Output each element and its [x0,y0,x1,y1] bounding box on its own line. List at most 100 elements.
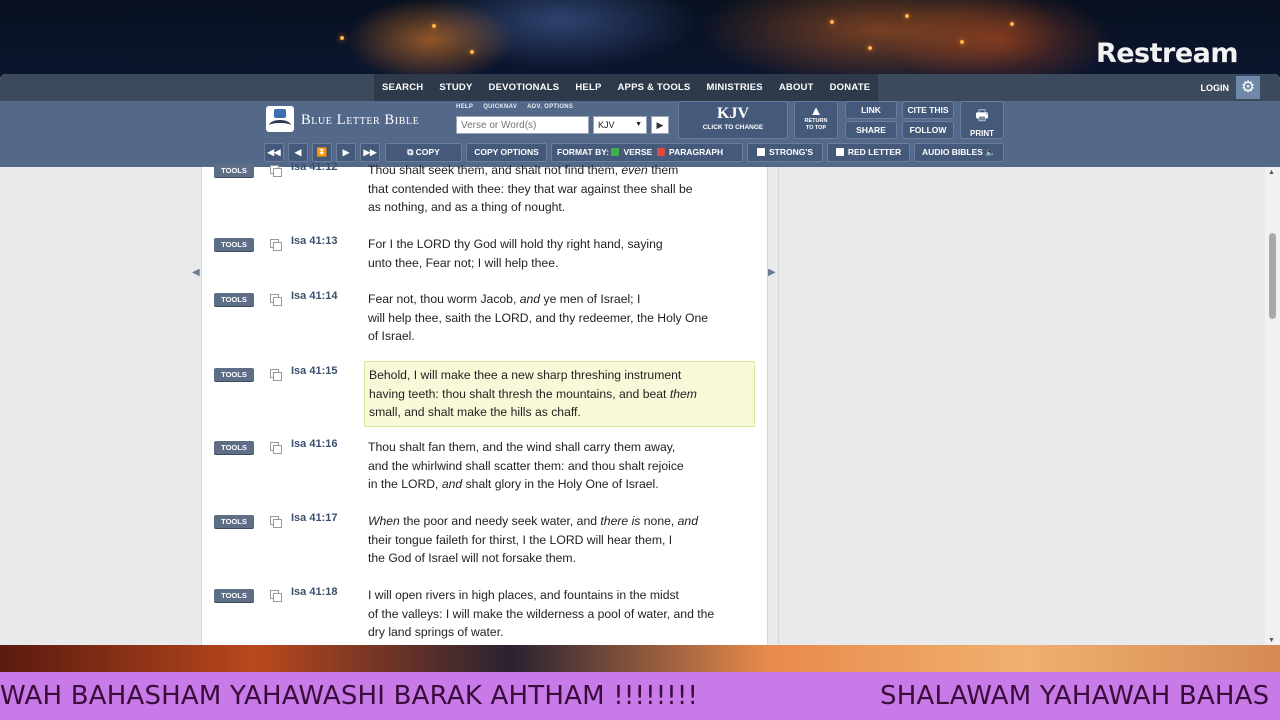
verse-checkbox[interactable] [611,148,620,156]
scroll-down-icon[interactable]: ▼ [1268,637,1275,644]
tools-button[interactable]: TOOLS [214,515,254,528]
tools-button[interactable]: TOOLS [214,293,254,306]
gear-icon[interactable]: ⚙ [1236,76,1260,99]
copy-label: COPY [415,147,440,157]
search-go-button[interactable]: ▶ [651,116,669,134]
site-logo[interactable]: Blue Letter Bible [266,106,419,132]
chevron-down-icon: ▼ [635,121,642,128]
tools-button[interactable]: TOOLS [214,238,254,251]
verse-reference[interactable]: Isa 41:17 [291,512,337,524]
panel-divider [778,167,779,646]
strongs-toggle[interactable]: STRONG'S [747,143,823,162]
speaker-icon: 🔈 [985,147,996,157]
follow-button[interactable]: FOLLOW [902,121,954,139]
ticker-text-right: SHALAWAM YAHAWAH BAHAS [880,681,1270,711]
copy-verse-icon[interactable] [270,516,282,528]
stream-bottom-strip [0,645,1280,672]
first-chapter-button[interactable]: ◀◀ [264,143,284,162]
stream-ticker: WAH BAHASHAM YAHAWASHI BARAK AHTHAM !!!!… [0,672,1280,720]
verse-text: I will open rivers in high places, and f… [368,588,715,640]
nav-donate[interactable]: DONATE [822,74,879,101]
return-to-top-button[interactable]: ▲ RETURN TO TOP [794,101,838,139]
verse-reference[interactable]: Isa 41:12 [291,161,337,173]
verse-text: Thou shalt seek them, and shalt not find… [368,163,693,215]
tools-button[interactable]: TOOLS [214,441,254,454]
verse-reference[interactable]: Isa 41:13 [291,235,337,247]
copy-verse-icon[interactable] [270,239,282,251]
left-gutter [0,167,201,646]
nav-apps-tools[interactable]: APPS & TOOLS [610,74,699,101]
scroll-thumb[interactable] [1269,233,1276,319]
quicknav-link[interactable]: QUICKNAV [483,104,517,110]
browser-window: SEARCH STUDY DEVOTIONALS HELP APPS & TOO… [0,74,1280,646]
bible-logo-icon [266,106,294,132]
strongs-label: STRONG'S [768,147,814,157]
return-label-2: TO TOP [805,125,827,131]
tools-button[interactable]: TOOLS [214,164,254,177]
audio-bibles-label: AUDIO BIBLES [922,147,983,157]
copy-verse-icon[interactable] [270,294,282,306]
mini-links: HELP QUICKNAV ADV. OPTIONS [456,104,573,110]
next-chapter-button[interactable]: ▶ [336,143,356,162]
stream-background [0,0,1280,80]
version-select[interactable]: KJV ▼ [593,116,647,134]
copy-verse-icon[interactable] [270,165,282,177]
share-button[interactable]: SHARE [845,121,897,139]
link-button[interactable]: LINK [845,101,897,119]
nav-devotionals[interactable]: DEVOTIONALS [481,74,568,101]
printer-icon: 🖶 [975,107,989,123]
audio-bibles-button[interactable]: AUDIO BIBLES 🔈 [914,143,1004,162]
version-label: KJV [717,105,749,122]
help-link[interactable]: HELP [456,104,473,110]
page-scrollbar[interactable]: ▲ ▼ [1265,167,1280,646]
tools-button[interactable]: TOOLS [214,368,254,381]
logo-text: Blue Letter Bible [301,111,420,128]
verse-reference[interactable]: Isa 41:15 [291,365,337,377]
paragraph-checkbox[interactable] [657,148,666,156]
version-change-button[interactable]: KJV CLICK TO CHANGE [678,101,788,139]
version-select-value: KJV [598,120,615,130]
copy-verse-icon[interactable] [270,369,282,381]
nav-study[interactable]: STUDY [431,74,480,101]
login-link[interactable]: LOGIN [1201,83,1230,93]
prev-chapter-button[interactable]: ◀ [288,143,308,162]
restream-logo: Restream [1095,38,1239,69]
strongs-checkbox [756,148,765,156]
search-input[interactable] [456,116,589,134]
scroll-up-icon[interactable]: ▲ [1268,169,1275,176]
print-button[interactable]: 🖶 PRINT [960,101,1004,139]
collapse-left-icon[interactable]: ◀ [192,267,200,278]
print-label: PRINT [970,129,994,138]
verse-text: Thou shalt fan them, and the wind shall … [368,440,684,492]
verse-reference[interactable]: Isa 41:16 [291,438,337,450]
verse-reference[interactable]: Isa 41:14 [291,290,337,302]
format-by-label: FORMAT BY: [557,147,610,157]
nav-search[interactable]: SEARCH [374,74,431,101]
version-sub-label: CLICK TO CHANGE [702,124,764,131]
copy-verse-icon[interactable] [270,442,282,454]
tools-button[interactable]: TOOLS [214,589,254,602]
top-nav-links: SEARCH STUDY DEVOTIONALS HELP APPS & TOO… [374,74,879,101]
top-nav: SEARCH STUDY DEVOTIONALS HELP APPS & TOO… [0,74,1280,101]
verse-text-highlighted: Behold, I will make thee a new sharp thr… [364,361,755,428]
copy-icon: ⧉ [407,147,416,157]
cite-button[interactable]: CITE THIS [902,101,954,119]
copy-verse-icon[interactable] [270,590,282,602]
right-panel [769,167,1265,646]
nav-about[interactable]: ABOUT [771,74,822,101]
jump-down-button[interactable]: ⏬ [312,143,332,162]
verse-reference[interactable]: Isa 41:18 [291,586,337,598]
red-letter-label: RED LETTER [847,147,902,157]
nav-help[interactable]: HELP [567,74,609,101]
arrow-up-icon: ▲ [809,103,823,118]
red-letter-checkbox [835,148,844,156]
verse-text: For I the LORD thy God will hold thy rig… [368,237,663,270]
ticker-text-left: WAH BAHASHAM YAHAWASHI BARAK AHTHAM !!!!… [0,681,699,711]
paragraph-label: PARAGRAPH [669,147,724,157]
red-letter-toggle[interactable]: RED LETTER [827,143,910,162]
return-label-1: RETURN [804,118,828,124]
verse-text: When the poor and needy seek water, and … [368,514,698,566]
nav-ministries[interactable]: MINISTRIES [698,74,770,101]
adv-options-link[interactable]: ADV. OPTIONS [527,104,573,110]
collapse-right-icon[interactable]: ▶ [768,267,776,278]
